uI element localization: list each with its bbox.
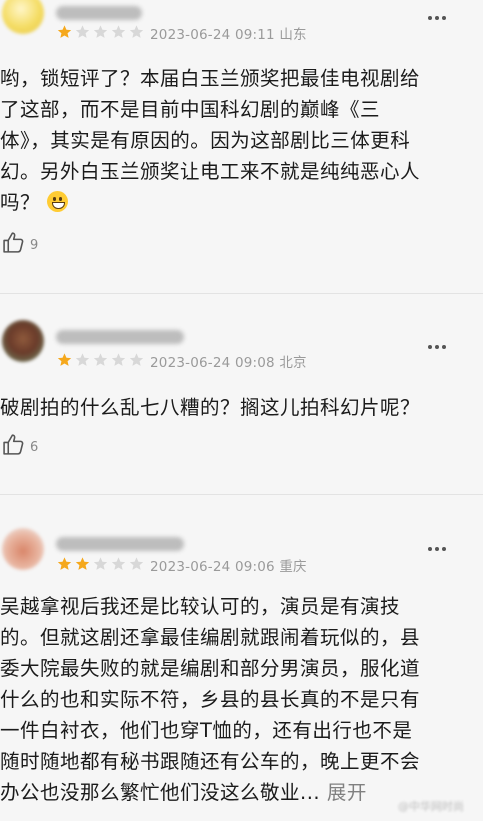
like-button[interactable]: 9 xyxy=(2,230,38,255)
grinning-sweat-emoji xyxy=(46,191,68,212)
review-line: 的。但就这剧还拿最佳编剧就跟闹着玩似的，县 xyxy=(0,626,421,649)
review-line: 吗？ xyxy=(0,187,470,218)
review-date: 2023-06-24 09:08 xyxy=(150,355,275,371)
like-count: 6 xyxy=(30,440,39,455)
star-empty-icon xyxy=(111,353,126,366)
review-line: 一件白衬衣，他们也穿T恤的，还有出行也不是 xyxy=(0,719,413,742)
star-empty-icon xyxy=(129,25,144,38)
star-empty-icon xyxy=(129,353,144,366)
star-empty-icon xyxy=(93,557,108,570)
review-text: 哟，锁短评了？本届白玉兰颁奖把最佳电视剧给 了这部，而不是目前中国科幻剧的巅峰《… xyxy=(0,63,470,218)
avatar[interactable] xyxy=(2,320,44,362)
review-line: 随时随地都有秘书跟随还有公车的，晚上更不会 xyxy=(0,750,421,773)
review-text: 吴越拿视后我还是比较认可的，演员是有演技 的。但就这剧还拿最佳编剧就跟闹着玩似的… xyxy=(0,591,470,808)
review-line: 什么的也和实际不符，乡县的县长真的不是只有 xyxy=(0,688,421,711)
review-line: 了这部，而不是目前中国科幻剧的巅峰《三 xyxy=(0,98,381,121)
expand-link[interactable]: 展开 xyxy=(327,781,367,804)
review-line: 幻。另外白玉兰颁奖让电工来不就是纯纯恶心人 xyxy=(0,160,421,183)
thumbs-up-icon xyxy=(3,434,24,455)
star-filled-icon xyxy=(57,25,72,38)
review-text: 破剧拍的什么乱七八糟的？搁这儿拍科幻片呢？ xyxy=(0,392,470,423)
review-line: 体》，其实是有原因的。因为这部剧比三体更科 xyxy=(0,129,411,152)
review-location: 重庆 xyxy=(279,559,307,575)
review-line: 委大院最失败的就是编剧和部分男演员，服化道 xyxy=(0,657,421,680)
like-button[interactable]: 6 xyxy=(2,432,38,457)
username[interactable] xyxy=(56,6,142,20)
review-meta: 2023-06-24 09:06 重庆 xyxy=(150,555,307,575)
review-location: 山东 xyxy=(279,27,307,43)
thumbs-up-icon xyxy=(3,232,24,253)
divider xyxy=(0,494,483,495)
review-date: 2023-06-24 09:06 xyxy=(150,559,275,575)
star-empty-icon xyxy=(111,557,126,570)
review-date: 2023-06-24 09:11 xyxy=(150,27,275,43)
avatar[interactable] xyxy=(2,528,44,570)
review-line: 吴越拿视后我还是比较认可的，演员是有演技 xyxy=(0,595,401,618)
star-filled-icon xyxy=(57,557,72,570)
more-options-icon[interactable] xyxy=(428,547,446,551)
star-empty-icon xyxy=(93,353,108,366)
star-empty-icon xyxy=(111,25,126,38)
more-options-icon[interactable] xyxy=(428,345,446,349)
star-rating xyxy=(56,556,146,572)
watermark: @中华网时尚 xyxy=(398,800,464,813)
divider xyxy=(0,293,483,294)
review-line: 哟，锁短评了？本届白玉兰颁奖把最佳电视剧给 xyxy=(0,67,421,90)
star-empty-icon xyxy=(129,557,144,570)
username[interactable] xyxy=(56,537,184,551)
username[interactable] xyxy=(56,330,184,344)
review-line: 破剧拍的什么乱七八糟的？搁这儿拍科幻片呢？ xyxy=(0,396,421,419)
avatar[interactable] xyxy=(2,0,44,34)
star-empty-icon xyxy=(75,25,90,38)
star-empty-icon xyxy=(93,25,108,38)
review-location: 北京 xyxy=(279,355,307,371)
like-count: 9 xyxy=(30,238,39,253)
more-options-icon[interactable] xyxy=(428,16,446,20)
star-rating xyxy=(56,24,146,40)
review-meta: 2023-06-24 09:08 北京 xyxy=(150,351,307,371)
star-filled-icon xyxy=(57,353,72,366)
review-meta: 2023-06-24 09:11 山东 xyxy=(150,23,307,43)
star-rating xyxy=(56,352,146,368)
star-filled-icon xyxy=(75,557,90,570)
star-empty-icon xyxy=(75,353,90,366)
